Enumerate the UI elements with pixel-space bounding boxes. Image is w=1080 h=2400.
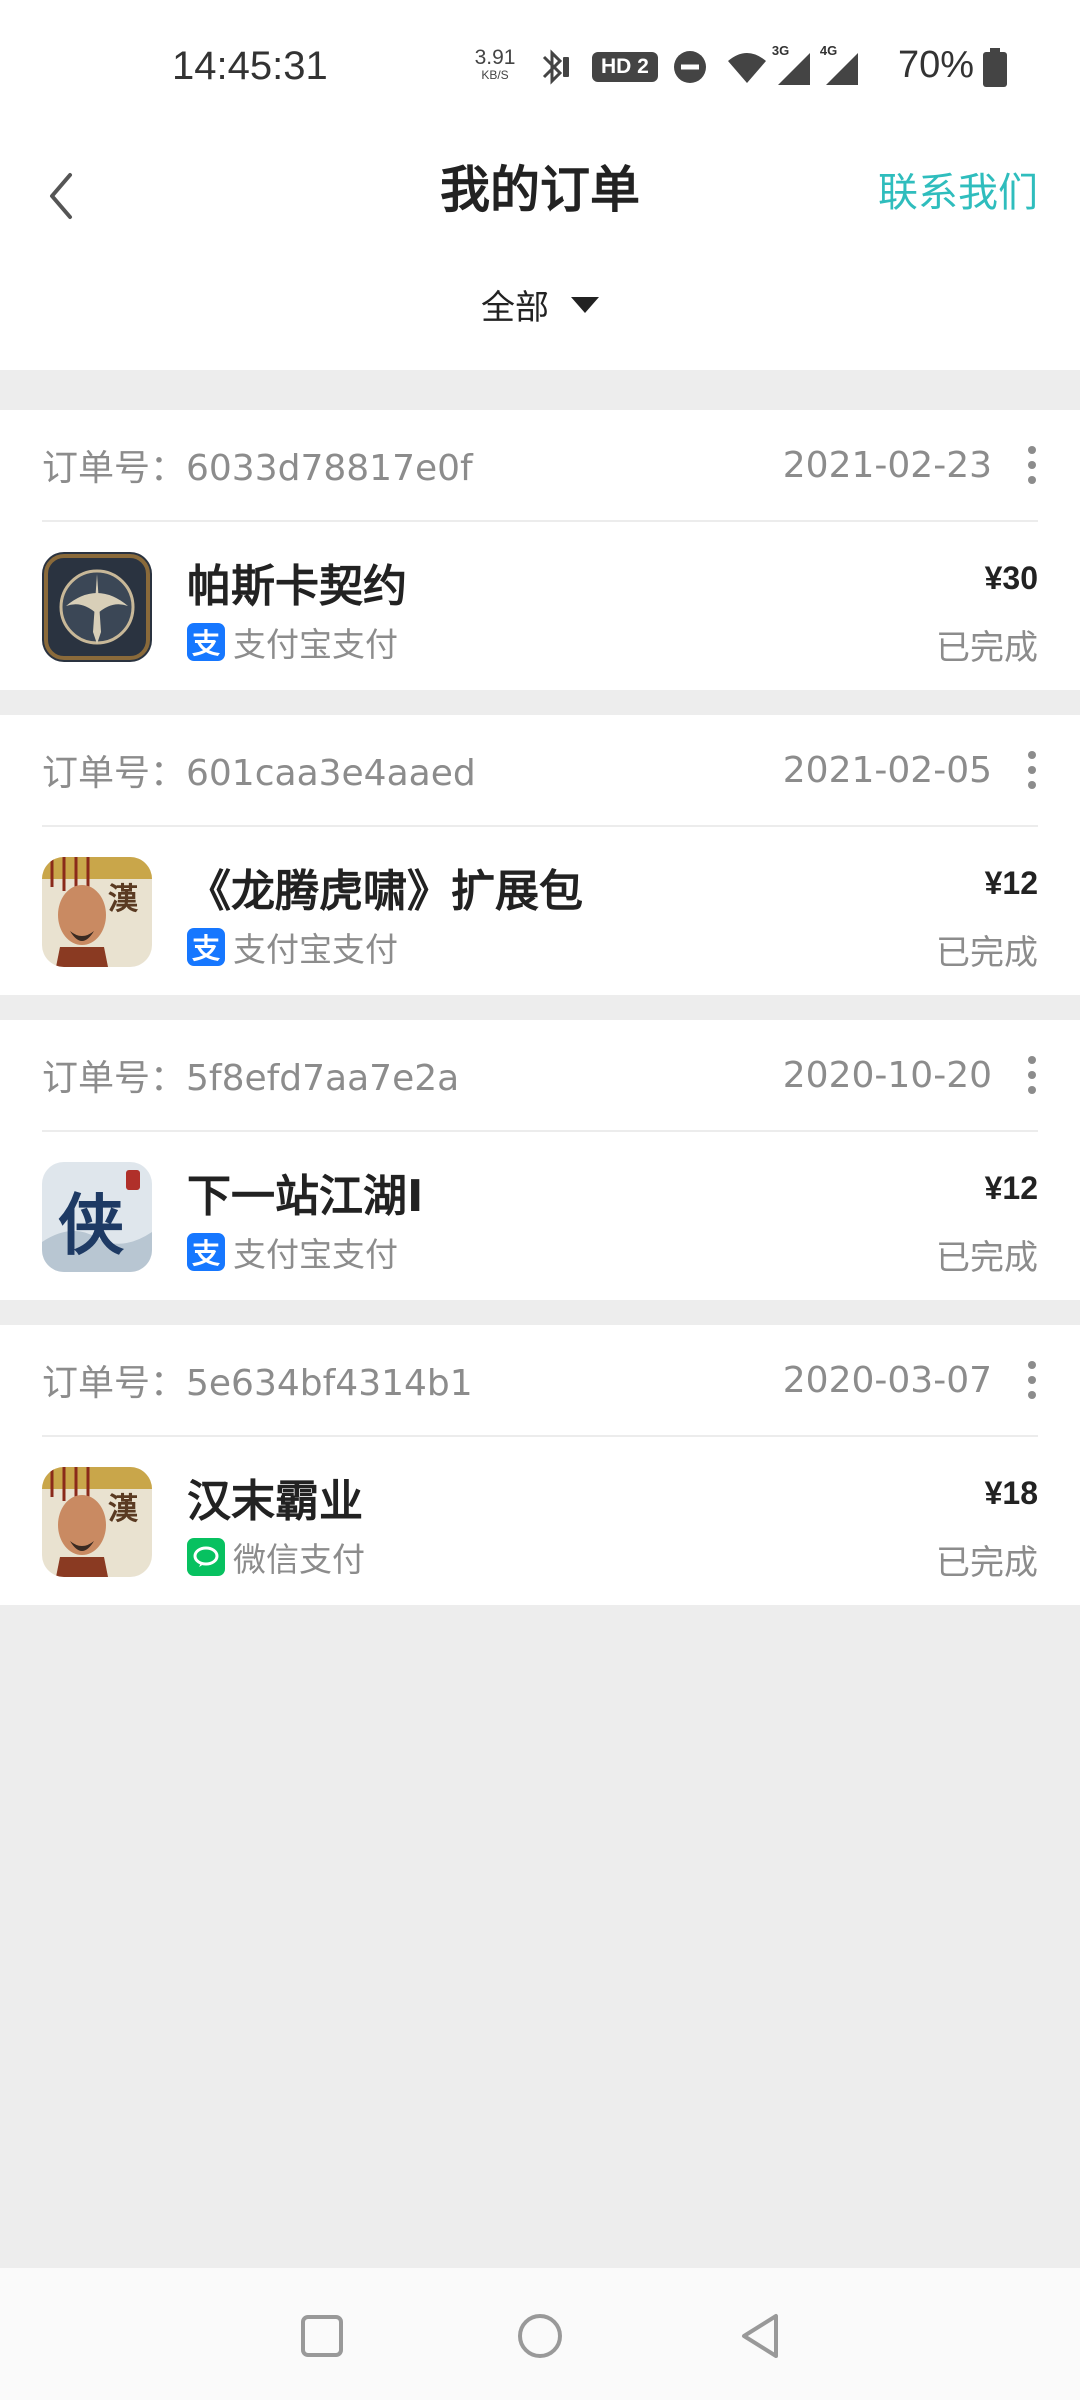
han-emperor-icon: 漢 [42,1467,152,1577]
order-date: 2020-10-20 [782,1054,992,1096]
triangle-back-icon [742,2314,778,2358]
signal-sim1: 3G [772,43,812,87]
circle-icon [518,2314,562,2358]
alipay-icon: 支 [187,623,225,661]
network-speed: 3.91 KB/S [474,46,516,82]
status-bar: 14:45:31 3.91 KB/S HD 2 3G 4G 70% [0,0,1080,130]
order-date: 2020-03-07 [782,1359,992,1401]
game-name: 《龙腾虎啸》扩展包 [187,866,583,917]
game-name: 帕斯卡契约 [187,561,407,612]
payment-method: 支付宝支付 [233,930,398,969]
svg-text:侠: 侠 [58,1186,124,1264]
xia-calligraphy-icon: 侠 [42,1162,152,1272]
order-number: 订单号：6033d78817e0f [42,448,473,489]
more-options-icon[interactable] [1026,1361,1038,1399]
game-name: 下一站江湖Ⅰ [187,1171,424,1222]
order-status: 已完成 [936,933,1038,973]
home-button[interactable] [512,2308,568,2364]
order-list: 订单号：6033d78817e0f 2021-02-23 帕斯卡契约 支 支付宝… [0,410,1080,1630]
order-status: 已完成 [936,1238,1038,1278]
alipay-icon: 支 [187,928,225,966]
order-number: 订单号：601caa3e4aaed [42,753,476,794]
filter-label: 全部 [481,288,549,328]
order-price: ¥18 [984,1475,1038,1511]
do-not-disturb-icon [673,51,706,83]
payment-method: 支付宝支付 [233,625,398,664]
order-card[interactable]: 订单号：5e634bf4314b1 2020-03-07 漢 汉末霸业 微信支付… [0,1325,1080,1605]
order-number: 订单号：5e634bf4314b1 [42,1363,473,1404]
filter-dropdown[interactable]: 全部 [481,280,599,329]
caret-down-icon [571,296,599,313]
back-button[interactable] [36,156,86,236]
system-nav-bar [0,2268,1080,2400]
order-price: ¥12 [984,1170,1038,1206]
battery-icon [983,48,1007,87]
status-time: 14:45:31 [172,44,328,88]
svg-text:漢: 漢 [108,882,139,917]
more-options-icon[interactable] [1026,1056,1038,1094]
signal-sim2: 4G [820,43,860,87]
wifi-icon [727,53,766,83]
order-status: 已完成 [936,1543,1038,1583]
battery-percent: 70% [898,44,975,86]
alipay-icon: 支 [187,1233,225,1271]
order-card[interactable]: 订单号：5f8efd7aa7e2a 2020-10-20 侠 下一站江湖Ⅰ 支 … [0,1020,1080,1300]
han-emperor-icon: 漢 [42,857,152,967]
order-price: ¥30 [984,560,1038,596]
game-name: 汉末霸业 [187,1476,363,1527]
order-number: 订单号：5f8efd7aa7e2a [42,1058,460,1099]
wechat-pay-icon [187,1538,225,1576]
status-icons: HD 2 3G 4G [536,43,860,90]
svg-text:漢: 漢 [108,1492,139,1527]
pascal-contract-icon [42,552,152,662]
recents-button[interactable] [294,2308,350,2364]
hd-voice-badge: HD 2 [592,52,658,82]
chevron-left-icon [50,173,72,219]
more-options-icon[interactable] [1026,446,1038,484]
square-icon [301,2315,343,2357]
bluetooth-icon [542,49,569,85]
order-status: 已完成 [936,628,1038,668]
header: 我的订单 联系我们 全部 [0,130,1080,370]
order-date: 2021-02-23 [782,444,992,486]
order-date: 2021-02-05 [782,749,992,791]
more-options-icon[interactable] [1026,751,1038,789]
order-card[interactable]: 订单号：601caa3e4aaed 2021-02-05 漢 《龙腾虎啸》扩展包 [0,715,1080,995]
payment-method: 支付宝支付 [233,1235,398,1274]
back-nav-button[interactable] [732,2308,788,2364]
contact-us-link[interactable]: 联系我们 [878,160,1038,218]
payment-method: 微信支付 [233,1540,365,1579]
order-card[interactable]: 订单号：6033d78817e0f 2021-02-23 帕斯卡契约 支 支付宝… [0,410,1080,690]
order-price: ¥12 [984,865,1038,901]
